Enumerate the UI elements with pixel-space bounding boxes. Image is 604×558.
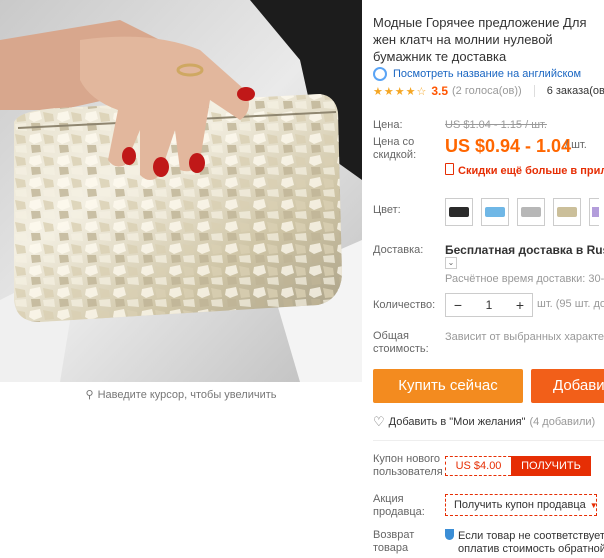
returns-text-line1: Если товар не соответствует: [458, 530, 604, 542]
magnifier-icon: ⚲: [85, 389, 94, 401]
seller-promo-label: Акция продавца:: [373, 493, 425, 518]
quantity-minus-button[interactable]: −: [446, 297, 470, 313]
divider: [373, 440, 604, 441]
get-coupon-button[interactable]: ПОЛУЧИТЬ: [511, 456, 591, 476]
quantity-stepper: − 1 +: [445, 293, 533, 317]
shipping-label: Доставка:: [373, 244, 424, 256]
wishlist-label: Добавить в "Мои желания": [388, 416, 526, 428]
new-user-coupon: US $4.00 ПОЛУЧИТЬ: [445, 456, 591, 476]
price-original: US $1.04 - 1.15 / шт.: [445, 119, 547, 131]
wishlist-link[interactable]: ♡ Добавить в "Мои желания" (4 добавили) …: [373, 414, 604, 430]
rating-score: 3.5: [431, 84, 448, 98]
app-promo-text: Скидки ещё больше в прилож: [458, 165, 604, 177]
color-label: Цвет:: [373, 204, 401, 216]
zoom-hint: ⚲ Наведите курсор, чтобы увеличить: [0, 388, 362, 401]
quantity-input[interactable]: 1: [470, 298, 508, 312]
shipping-method: Бесплатная доставка в Russian: [445, 243, 604, 257]
translate-link-text: Посмотреть название на английском: [393, 68, 582, 80]
seller-coupon-text: Получить купон продавца: [454, 499, 586, 511]
new-user-coupon-label: Купон нового пользователя: [373, 453, 443, 478]
price-label: Цена:: [373, 119, 403, 131]
new-user-coupon-amount: US $4.00: [445, 456, 511, 476]
total-label: Общая стоимость:: [373, 330, 429, 355]
color-swatch-blue[interactable]: [481, 198, 509, 226]
price-unit: / шт.: [565, 139, 587, 151]
mobile-icon: [445, 163, 454, 175]
translate-link[interactable]: Посмотреть название на английском: [373, 67, 581, 81]
color-swatch-gold[interactable]: [553, 198, 581, 226]
heart-icon: ♡: [373, 414, 385, 429]
rating-stars-icon: ★★★★☆: [373, 85, 428, 98]
color-swatch-purple[interactable]: [589, 198, 599, 226]
shipping-dropdown-icon[interactable]: ⌄: [445, 257, 457, 269]
returns-text-line2: оплатив стоимость обратной: [458, 543, 604, 555]
returns-info: Если товар не соответствует оплатив стои…: [445, 529, 604, 556]
orders-count: 6 заказа(ов): [546, 85, 604, 97]
product-photo-art: [0, 0, 362, 382]
app-promo[interactable]: Скидки ещё больше в прилож: [445, 163, 604, 177]
product-image[interactable]: [0, 0, 362, 382]
seller-coupon-button[interactable]: Получить купон продавца ▼: [445, 494, 598, 516]
shield-icon: [445, 529, 454, 540]
color-swatch-black[interactable]: [445, 198, 473, 226]
product-info: Модные Горячее предложение Для жен клатч…: [373, 0, 604, 558]
color-options: [445, 198, 599, 226]
add-to-cart-button[interactable]: Добавить: [531, 369, 604, 403]
quantity-plus-button[interactable]: +: [508, 297, 532, 313]
rating-divider: [533, 85, 535, 97]
stock-note: шт. (95 шт. дос: [537, 298, 604, 310]
quantity-label: Количество:: [373, 299, 436, 311]
caret-down-icon: ▼: [589, 501, 598, 510]
rating-votes[interactable]: (2 голоса(ов)): [452, 85, 522, 97]
price-discount: US $0.94 - 1.04: [445, 136, 572, 156]
product-title: Модные Горячее предложение Для жен клатч…: [373, 15, 587, 64]
refresh-icon: [373, 67, 387, 81]
color-swatch-silver[interactable]: [517, 198, 545, 226]
shipping-estimate: Расчётное время доставки: 30-50: [445, 273, 604, 285]
rating-row: ★★★★☆ 3.5 (2 голоса(ов)) 6 заказа(ов): [373, 84, 604, 98]
returns-label: Возврат товара: [373, 529, 415, 554]
buy-now-button[interactable]: Купить сейчас: [373, 369, 523, 403]
total-note: Зависит от выбранных характери: [445, 331, 604, 343]
zoom-hint-text: Наведите курсор, чтобы увеличить: [97, 389, 277, 401]
discount-price-label: Цена со скидкой:: [373, 136, 417, 161]
wishlist-count: (4 добавили): [529, 416, 596, 428]
